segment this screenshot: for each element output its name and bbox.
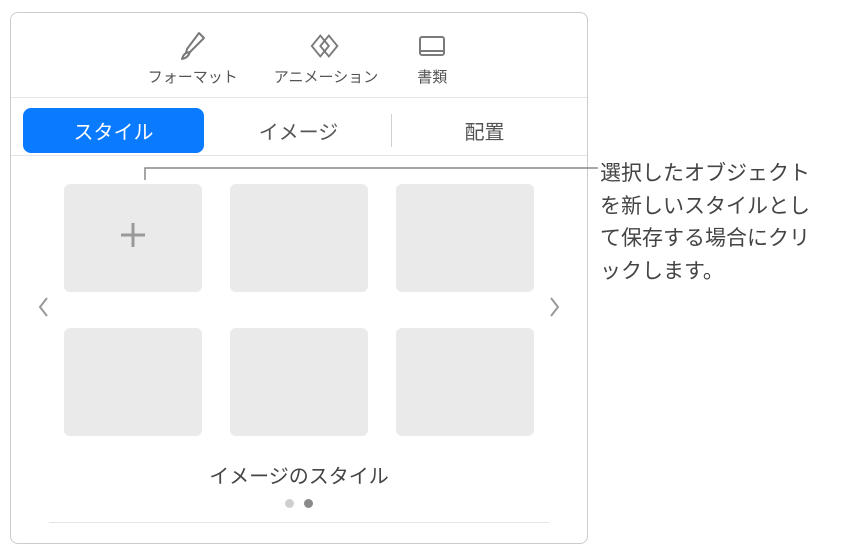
styles-area: イメージのスタイル (11, 156, 587, 539)
callout-text: 選択したオブジェクトを新しいスタイルとして保存する場合にクリックします。 (600, 158, 830, 288)
document-label: 書類 (417, 66, 447, 87)
animation-tab[interactable]: アニメーション (264, 24, 388, 91)
style-preset[interactable] (396, 328, 534, 436)
segmented-control: スタイル イメージ 配置 (11, 98, 587, 156)
format-tab[interactable]: フォーマット (138, 24, 248, 91)
styles-section-title: イメージのスタイル (25, 460, 573, 489)
page-dot-active[interactable] (304, 499, 313, 508)
style-preset[interactable] (230, 328, 368, 436)
add-style-button[interactable] (64, 184, 202, 292)
animation-label: アニメーション (274, 66, 378, 87)
tab-arrange[interactable]: 配置 (394, 108, 575, 153)
plus-icon (116, 217, 150, 259)
page-dot[interactable] (285, 499, 294, 508)
style-preset[interactable] (396, 184, 534, 292)
separator (49, 522, 549, 523)
style-preset[interactable] (64, 328, 202, 436)
toolbar: フォーマット アニメーション 書類 (11, 13, 587, 98)
document-tab[interactable]: 書類 (404, 24, 460, 91)
format-label: フォーマット (148, 66, 238, 87)
slide-icon (414, 28, 450, 64)
chevron-left-icon[interactable] (30, 289, 56, 332)
style-preset[interactable] (230, 184, 368, 292)
inspector-panel: フォーマット アニメーション 書類 スタイル (10, 12, 588, 544)
styles-grid (64, 184, 534, 436)
diamond-icon (308, 28, 344, 64)
page-indicator (25, 499, 573, 508)
tab-style[interactable]: スタイル (23, 108, 204, 153)
chevron-right-icon[interactable] (542, 289, 568, 332)
paintbrush-icon (175, 28, 211, 64)
segmented-divider (391, 114, 392, 147)
tab-image[interactable]: イメージ (208, 108, 389, 153)
